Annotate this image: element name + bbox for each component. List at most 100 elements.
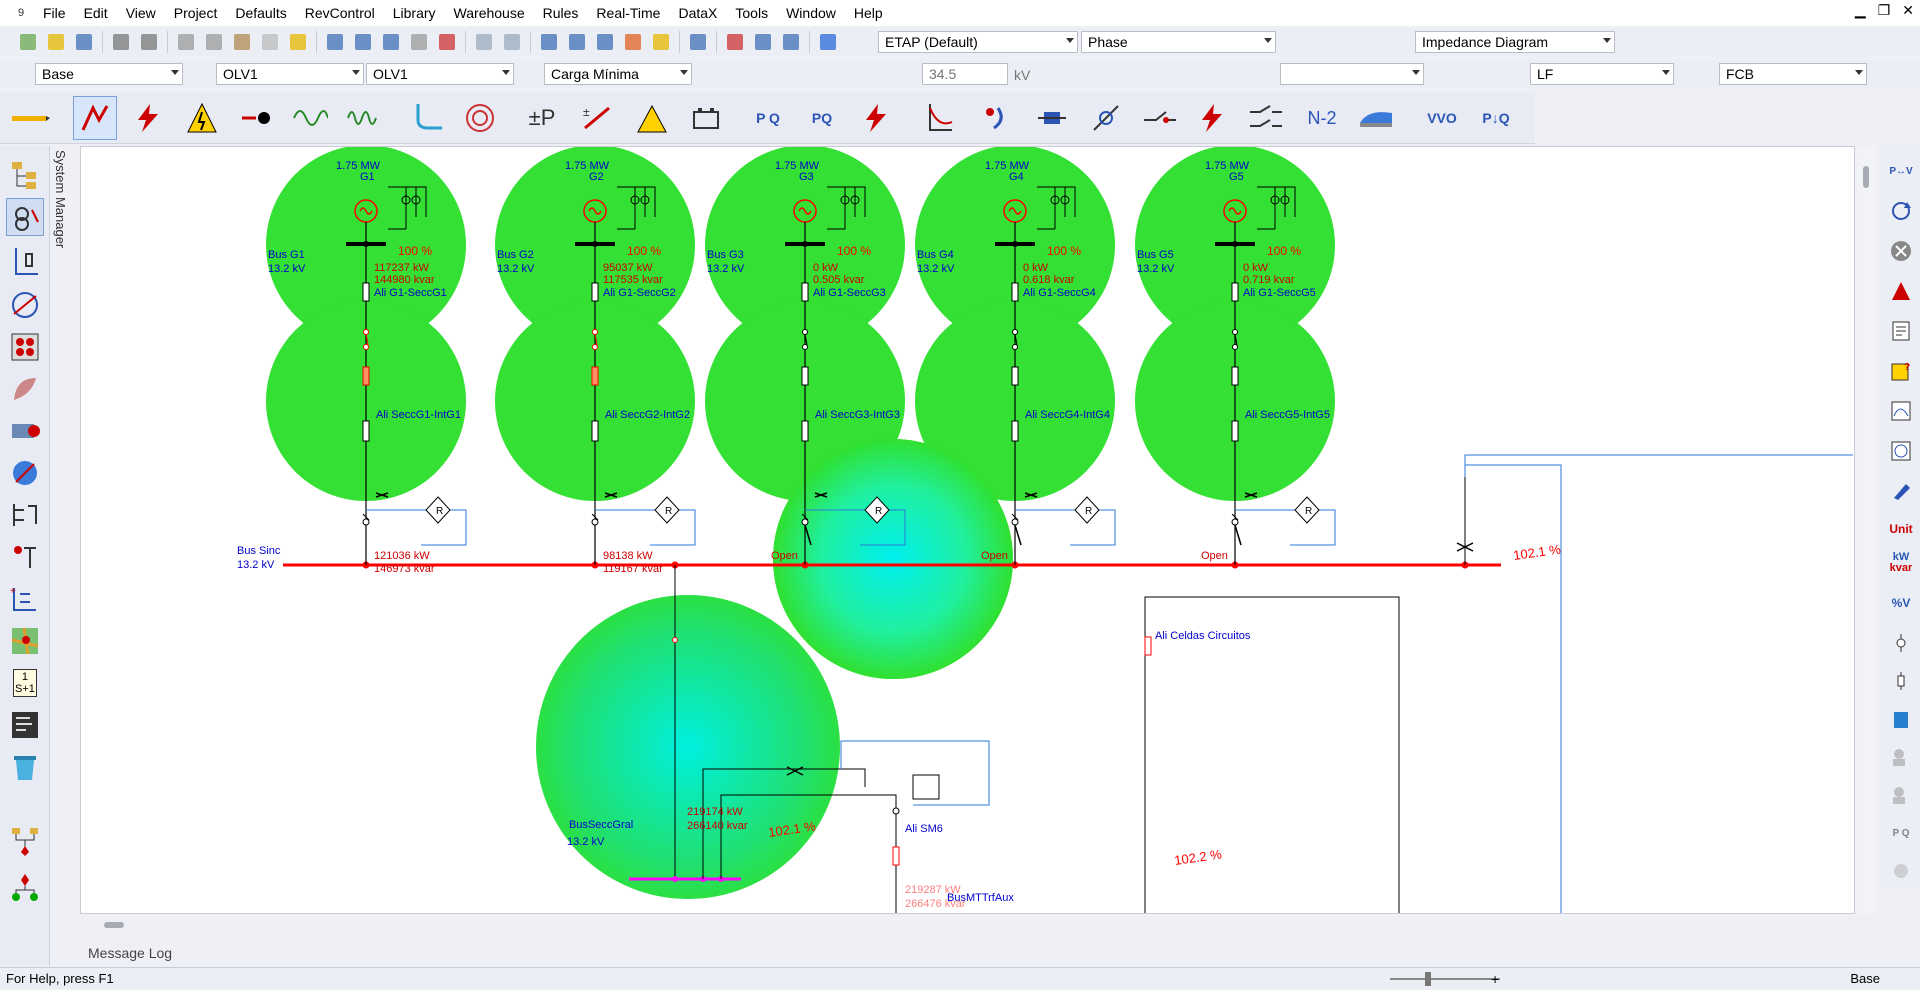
print-preview-icon[interactable] — [137, 30, 161, 54]
ground-grid-icon[interactable] — [458, 96, 502, 140]
ground-grid-tool-icon[interactable] — [6, 370, 44, 408]
refresh-icon[interactable] — [1888, 198, 1914, 224]
new-file-icon[interactable] — [16, 30, 40, 54]
print-icon[interactable] — [109, 30, 133, 54]
user-1-icon[interactable] — [1888, 744, 1914, 770]
gis-map-icon[interactable] — [6, 622, 44, 660]
transformer-tap-icon[interactable] — [1084, 96, 1128, 140]
ac-edit-icon[interactable] — [6, 242, 44, 280]
s-plus-one-icon[interactable]: 1 S+1 — [6, 664, 44, 702]
text-box-2-icon[interactable] — [565, 30, 589, 54]
kw-kvar-icon[interactable]: kW kvar — [1888, 550, 1914, 576]
table-icon[interactable] — [751, 30, 775, 54]
power-quality-icon[interactable]: P↓Q — [1474, 96, 1518, 140]
help-icon[interactable] — [816, 30, 840, 54]
dc-arc-flash-icon[interactable] — [630, 96, 674, 140]
arc-tool-icon[interactable] — [6, 538, 44, 576]
zoom-fit-icon[interactable] — [379, 30, 403, 54]
train-icon[interactable] — [1354, 96, 1398, 140]
cable-pulling-icon[interactable] — [918, 96, 962, 140]
horizontal-scroll-thumb[interactable] — [104, 922, 124, 928]
open-file-icon[interactable] — [44, 30, 68, 54]
motor-start-icon[interactable] — [234, 96, 278, 140]
find-icon[interactable] — [779, 30, 803, 54]
switching-sequence-icon[interactable] — [1138, 96, 1182, 140]
alert-icon[interactable] — [1888, 278, 1914, 304]
menu-item-datax[interactable]: DataX — [669, 0, 726, 26]
presentation-select[interactable]: ETAP (Default) — [878, 31, 1078, 53]
cable-ampacity-icon[interactable] — [972, 96, 1016, 140]
continuity-icon[interactable] — [621, 30, 645, 54]
zoom-out-icon[interactable] — [351, 30, 375, 54]
battery-sizing-icon[interactable] — [684, 96, 728, 140]
user-2-icon[interactable] — [1888, 782, 1914, 808]
minimize-icon[interactable]: ▁ — [1855, 2, 1866, 19]
stop-icon[interactable] — [1888, 238, 1914, 264]
pv-display-icon[interactable]: P↔V — [1888, 158, 1914, 184]
dc-edit-icon[interactable] — [6, 496, 44, 534]
percent-v-icon[interactable]: %V — [1888, 590, 1914, 616]
link-icon[interactable] — [686, 30, 710, 54]
copy-icon[interactable] — [202, 30, 226, 54]
diagram-select[interactable]: Impedance Diagram — [1415, 31, 1615, 53]
save-icon[interactable] — [72, 30, 96, 54]
paste-icon[interactable] — [230, 30, 254, 54]
n2-contingency-icon[interactable]: N-2 — [1300, 96, 1344, 140]
optimal-power-flow-icon[interactable]: ±P — [520, 96, 564, 140]
report-icon[interactable] — [1888, 318, 1914, 344]
menu-item-defaults[interactable]: Defaults — [226, 0, 295, 26]
star-view-icon[interactable] — [6, 286, 44, 324]
vvo-icon[interactable]: VVO — [1420, 96, 1464, 140]
vertical-scrollbar[interactable] — [1857, 146, 1877, 914]
close-icon[interactable]: ✕ — [1902, 2, 1914, 19]
dc-short-circuit-icon[interactable] — [854, 96, 898, 140]
study-case-select-2[interactable]: OLV1 — [366, 63, 514, 85]
contingency-analysis-icon[interactable] — [1190, 96, 1234, 140]
project-tree-icon[interactable] — [6, 156, 44, 194]
star-protection-icon[interactable] — [6, 454, 44, 492]
cable-thermal-icon[interactable] — [1030, 96, 1074, 140]
zoom-in-icon[interactable]: + — [1491, 968, 1499, 990]
switching-icon[interactable] — [1244, 96, 1288, 140]
pan-icon[interactable] — [258, 30, 282, 54]
study-case-select-1[interactable]: OLV1 — [216, 63, 364, 85]
vertical-scroll-thumb[interactable] — [1863, 166, 1869, 188]
node-icon[interactable] — [1888, 630, 1914, 656]
fuse-icon[interactable] — [1888, 668, 1914, 694]
report-manager-icon[interactable]: ? — [1888, 358, 1914, 384]
menu-item-library[interactable]: Library — [384, 0, 445, 26]
recycle-bin-icon[interactable] — [6, 748, 44, 786]
menu-item-edit[interactable]: Edit — [75, 0, 117, 26]
harmonics-icon[interactable] — [288, 96, 332, 140]
zoom-extents-icon[interactable] — [407, 30, 431, 54]
edit-mode-icon[interactable] — [8, 96, 52, 140]
pq-analysis-icon[interactable]: PQ — [800, 96, 844, 140]
cut-icon[interactable] — [174, 30, 198, 54]
transient-stability-icon[interactable] — [342, 96, 386, 140]
restore-icon[interactable]: ❐ — [1878, 2, 1891, 19]
menu-item-project[interactable]: Project — [165, 0, 227, 26]
menu-item-revcontrol[interactable]: RevControl — [296, 0, 384, 26]
plot-icon[interactable] — [1888, 398, 1914, 424]
mode-select[interactable]: LF — [1530, 63, 1674, 85]
control-circuit-icon[interactable]: + — [6, 580, 44, 618]
zoom-window-icon[interactable] — [435, 30, 459, 54]
meter-icon[interactable] — [1888, 438, 1914, 464]
menu-item-real-time[interactable]: Real-Time — [587, 0, 669, 26]
hierarchy-icon[interactable] — [6, 822, 44, 860]
instrumentation-icon[interactable] — [6, 328, 44, 366]
reliability-icon[interactable]: ± — [575, 96, 619, 140]
arc-flash-icon[interactable] — [180, 96, 224, 140]
battery-display-icon[interactable] — [1888, 706, 1914, 732]
settings-disabled-icon[interactable] — [1888, 858, 1914, 884]
case-select[interactable]: FCB — [1719, 63, 1867, 85]
zoom-slider-thumb[interactable] — [1425, 972, 1431, 986]
blank-select[interactable] — [1280, 63, 1424, 85]
load-flow-icon[interactable] — [73, 96, 117, 140]
menu-item-tools[interactable]: Tools — [726, 0, 777, 26]
redo-icon[interactable] — [500, 30, 524, 54]
loading-select[interactable]: Carga Mínima — [544, 63, 692, 85]
pq-disabled-icon[interactable]: P Q — [1888, 820, 1914, 846]
menu-item-warehouse[interactable]: Warehouse — [445, 0, 534, 26]
unit-icon[interactable]: Unit — [1888, 516, 1914, 542]
